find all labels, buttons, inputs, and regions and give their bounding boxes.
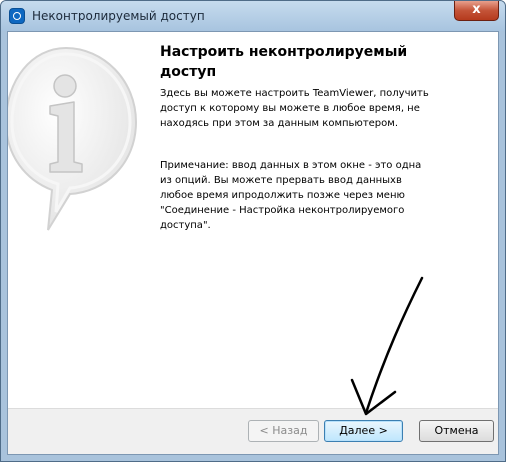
- page-title: Настроить неконтролируемый доступ: [160, 44, 408, 80]
- next-button[interactable]: Далее >: [324, 420, 403, 442]
- note-line: любое время ипродолжить позже через меню: [160, 190, 405, 201]
- note-line: из опций. Вы можете прервать ввод данных…: [160, 175, 402, 186]
- back-button[interactable]: < Назад: [248, 420, 319, 442]
- note-line: Примечание: ввод данных в этом окне - эт…: [160, 160, 422, 171]
- title-bar[interactable]: Неконтролируемый доступ x: [1, 1, 505, 31]
- close-button[interactable]: x: [454, 1, 499, 21]
- dialog-content: Настроить неконтролируемый доступ Здесь …: [7, 31, 499, 455]
- cancel-button[interactable]: Отмена: [419, 420, 494, 442]
- window-title: Неконтролируемый доступ: [32, 9, 205, 23]
- note-line: "Соединение - Настройка неконтролируемог…: [160, 205, 405, 216]
- note-line: доступа".: [160, 220, 211, 231]
- close-icon: x: [472, 2, 481, 17]
- dialog-window: Неконтролируемый доступ x Настроить неко…: [0, 0, 506, 462]
- description-text: Здесь вы можете настроить TeamViewer, по…: [160, 88, 429, 129]
- teamviewer-icon: [9, 8, 25, 24]
- button-bar: < Назад Далее > Отмена: [8, 408, 498, 454]
- info-icon: [8, 46, 138, 231]
- note-text: Примечание: ввод данных в этом окне - эт…: [160, 158, 450, 233]
